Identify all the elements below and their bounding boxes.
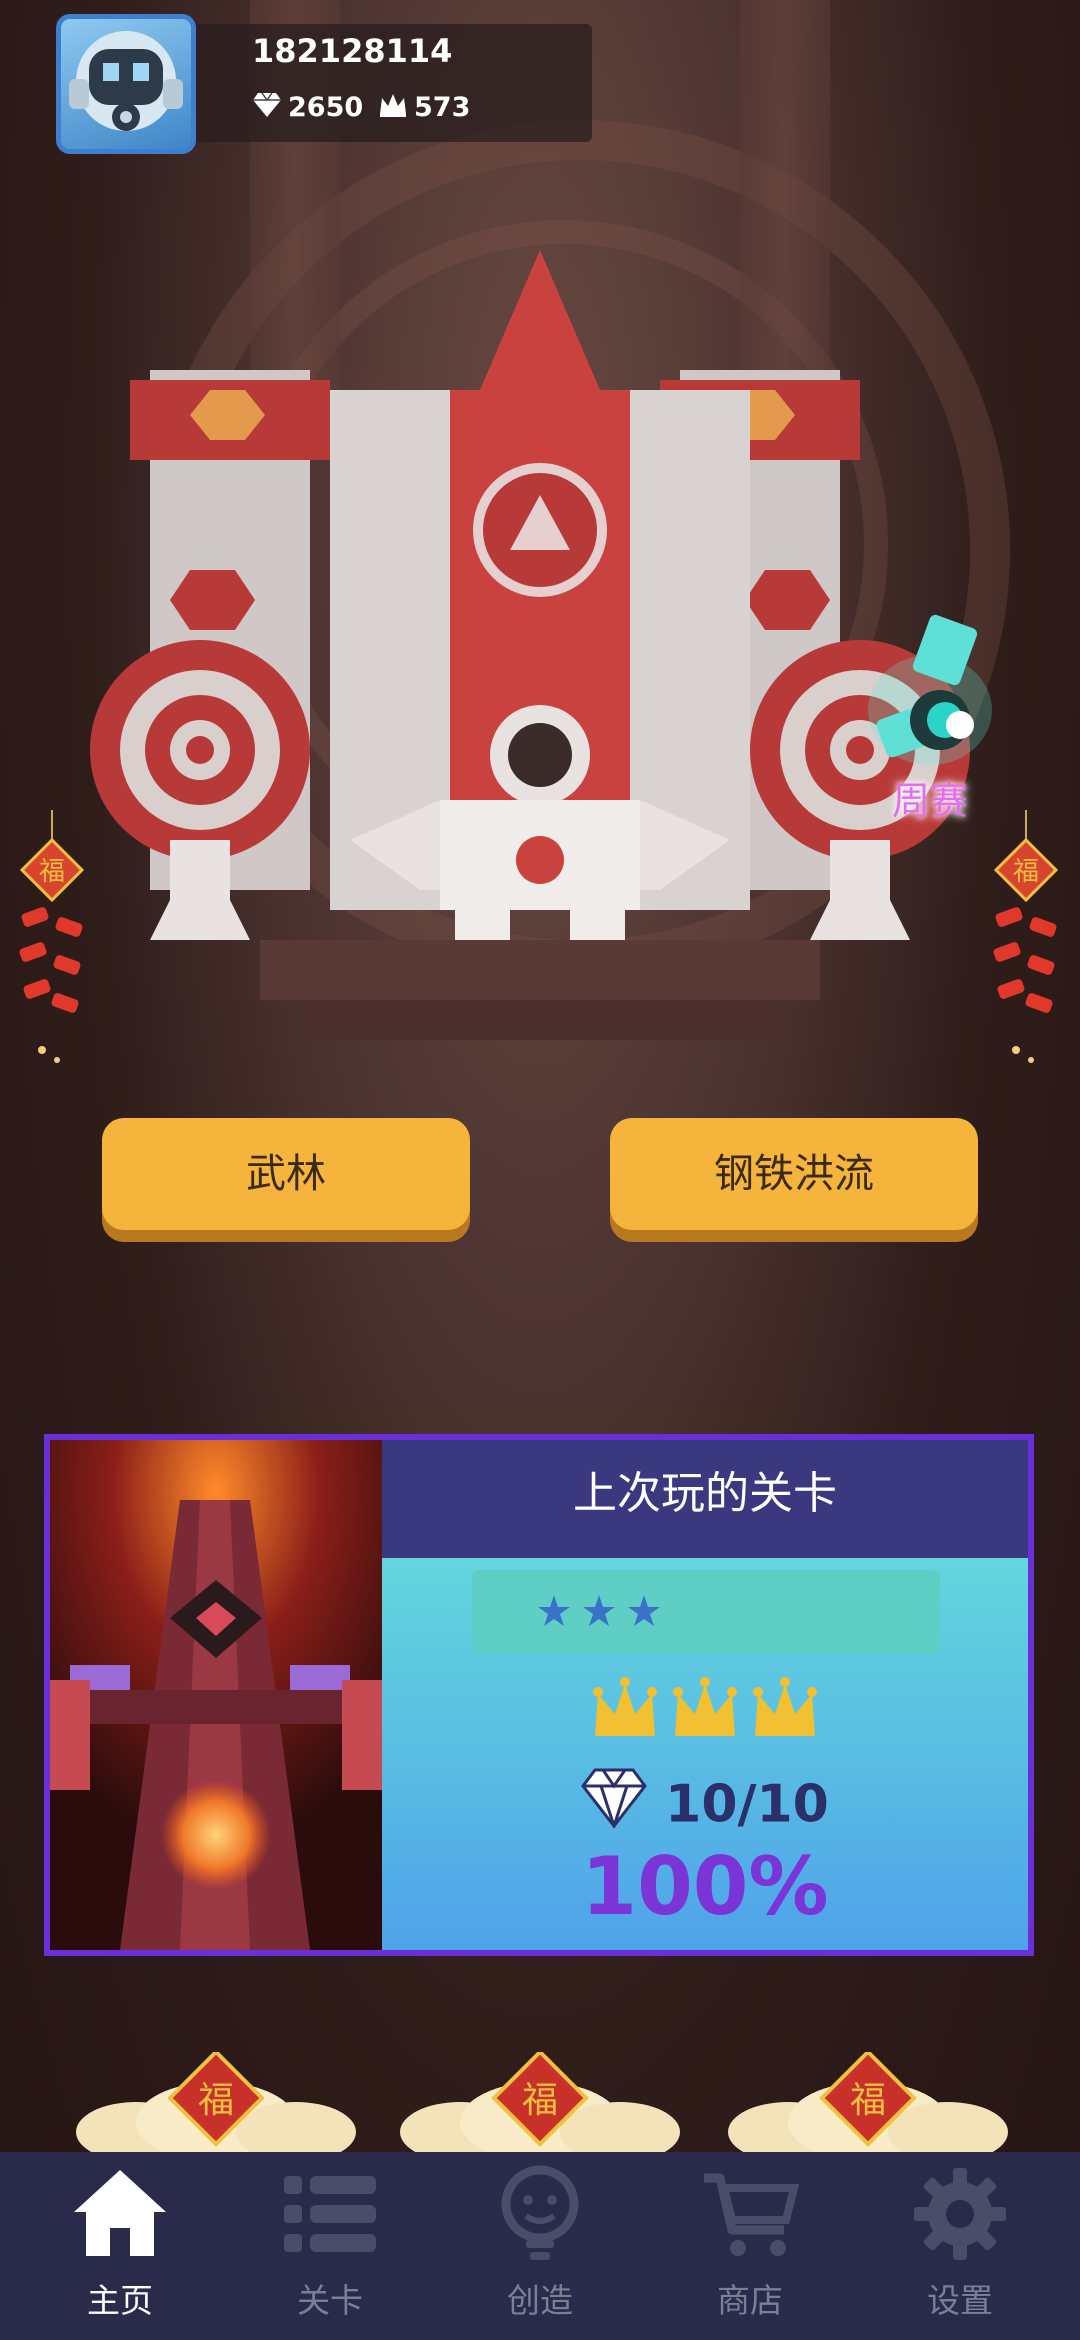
fu-character: 福: [850, 2080, 886, 2121]
steel-torrent-mode-button[interactable]: 钢铁洪流: [610, 1118, 978, 1230]
gem-progress: 10/10: [382, 1768, 1028, 1841]
crown-icon: [378, 92, 408, 125]
nav-label: 设置: [927, 2281, 993, 2320]
nav-shop[interactable]: 商店: [642, 2152, 858, 2340]
crown-rating: [382, 1676, 1028, 1750]
star-rating: [472, 1570, 940, 1654]
nav-label: 关卡: [297, 2281, 363, 2320]
fu-character: 福: [198, 2080, 234, 2121]
weekly-label: 周赛: [891, 779, 968, 823]
wulin-mode-button[interactable]: 武林: [102, 1118, 470, 1230]
cloud-decoration: 福: [400, 2049, 680, 2162]
level-stats: 10/10 100%: [382, 1558, 1028, 1950]
diamond-value: 2650: [288, 92, 364, 123]
firecracker-decoration-right: 福: [986, 810, 1066, 1070]
crown-count: 573: [378, 92, 470, 125]
bottom-navigation: 主页 关卡 创造 商店 设置: [0, 2152, 1080, 2340]
avatar[interactable]: [56, 14, 196, 154]
crown-icon: [673, 1677, 737, 1736]
firecracker-icon: 福: [19, 810, 85, 1063]
crown-icon: [593, 1677, 657, 1736]
diamond-count: 2650: [252, 92, 363, 125]
level-info: 上次玩的关卡 10/10 100%: [382, 1440, 1028, 1950]
level-preview-image: [50, 1440, 382, 1950]
lucky-cloud-icon: 福: [400, 2049, 680, 2162]
nav-create[interactable]: 创造: [432, 2152, 648, 2340]
crown-value: 573: [414, 92, 471, 123]
gear-icon: [914, 2168, 1006, 2260]
hammer-icon: [868, 614, 992, 765]
cloud-decoration: 福: [76, 2049, 356, 2162]
fu-character: 福: [39, 857, 65, 887]
list-icon: [284, 2176, 376, 2252]
last-played-title: 上次玩的关卡: [382, 1440, 1028, 1558]
fu-character: 福: [1013, 857, 1039, 887]
last-played-level-card[interactable]: 上次玩的关卡 10/10 100%: [44, 1434, 1034, 1956]
level-thumbnail[interactable]: [50, 1440, 382, 1950]
firecracker-decoration-left: 福: [12, 810, 92, 1070]
nav-home[interactable]: 主页: [12, 2152, 228, 2340]
diamond-icon: [252, 92, 282, 125]
star-icons: [538, 1595, 660, 1626]
lightbulb-icon: [501, 2165, 579, 2260]
nav-label: 创造: [507, 2281, 573, 2320]
nav-label: 商店: [717, 2281, 783, 2320]
lucky-cloud-icon: 福: [76, 2049, 356, 2162]
firecracker-icon: 福: [993, 810, 1059, 1063]
cart-icon: [704, 2173, 800, 2256]
robot-avatar-icon: [69, 31, 183, 131]
home-icon: [74, 2170, 166, 2256]
crown-icon: [753, 1677, 817, 1736]
star-icon: [583, 1595, 615, 1626]
player-profile[interactable]: 182128114 2650 573: [52, 10, 592, 154]
crown-icons: [593, 1677, 817, 1736]
lucky-cloud-icon: 福: [728, 2049, 1008, 2162]
diamond-icon: [581, 1768, 648, 1841]
nav-settings[interactable]: 设置: [852, 2152, 1068, 2340]
completion-percent: 100%: [581, 1840, 829, 1933]
gem-count: 10/10: [665, 1774, 829, 1835]
cloud-decoration: 福: [728, 2049, 1008, 2162]
user-id: 182128114: [252, 32, 453, 70]
nav-levels[interactable]: 关卡: [222, 2152, 438, 2340]
nav-label: 主页: [87, 2281, 153, 2320]
weekly-tournament-button[interactable]: 周赛: [860, 610, 1000, 830]
fu-character: 福: [522, 2080, 558, 2121]
star-icon: [538, 1595, 570, 1626]
star-icon: [628, 1595, 660, 1626]
